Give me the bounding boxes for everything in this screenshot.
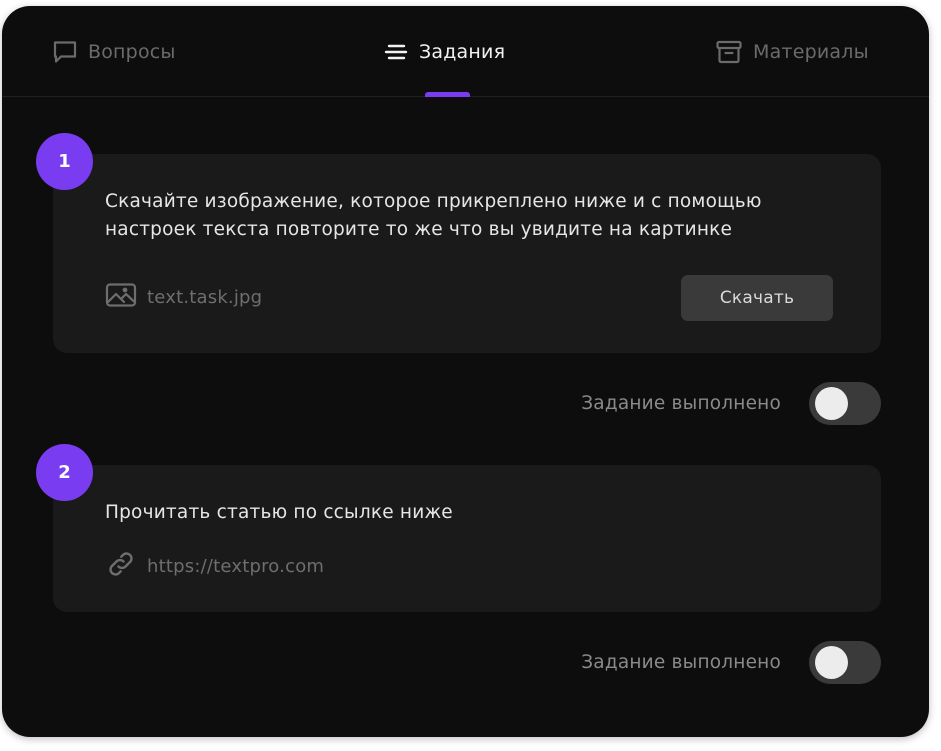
tab-questions-label: Вопросы (88, 41, 176, 63)
task-description: Прочитать статью по ссылке ниже (105, 502, 453, 523)
tab-materials[interactable]: Материалы (715, 34, 869, 70)
task-description: Скачайте изображение, которое прикреплен… (105, 191, 762, 240)
menu-lines-icon (383, 39, 409, 65)
tab-materials-label: Материалы (753, 41, 869, 63)
link-icon (105, 549, 137, 584)
download-button[interactable]: Скачать (681, 275, 833, 321)
task-number-badge: 1 (36, 133, 93, 190)
image-icon (105, 282, 137, 313)
task-number-badge: 2 (36, 444, 93, 501)
tasks-panel: Вопросы Задания Материалы Скачайте изобр… (2, 6, 929, 737)
link-attachment[interactable]: https://textpro.com (105, 549, 324, 584)
task-done-toggle[interactable] (809, 641, 881, 684)
file-name: text.task.jpg (147, 287, 263, 308)
active-tab-indicator (425, 92, 470, 97)
task-done-toggle[interactable] (809, 382, 881, 425)
link-url: https://textpro.com (147, 556, 325, 577)
task-done-label: Задание выполнено (581, 652, 781, 673)
task-done-label: Задание выполнено (581, 393, 781, 414)
tab-bar: Вопросы Задания Материалы (2, 6, 929, 97)
file-attachment[interactable]: text.task.jpg (105, 282, 262, 313)
toggle-knob (815, 387, 848, 420)
tab-tasks[interactable]: Задания (383, 34, 505, 70)
toggle-knob (815, 646, 848, 679)
tab-tasks-label: Задания (419, 41, 506, 63)
chat-bubble-icon (52, 39, 78, 65)
task-done-row-1: Задание выполнено (581, 382, 881, 425)
archive-box-icon (715, 39, 743, 65)
task-card-1: Скачайте изображение, которое прикреплен… (53, 154, 881, 353)
tab-questions[interactable]: Вопросы (52, 34, 176, 70)
task-card-2: Прочитать статью по ссылке ниже https://… (53, 465, 881, 612)
task-done-row-2: Задание выполнено (581, 641, 881, 684)
